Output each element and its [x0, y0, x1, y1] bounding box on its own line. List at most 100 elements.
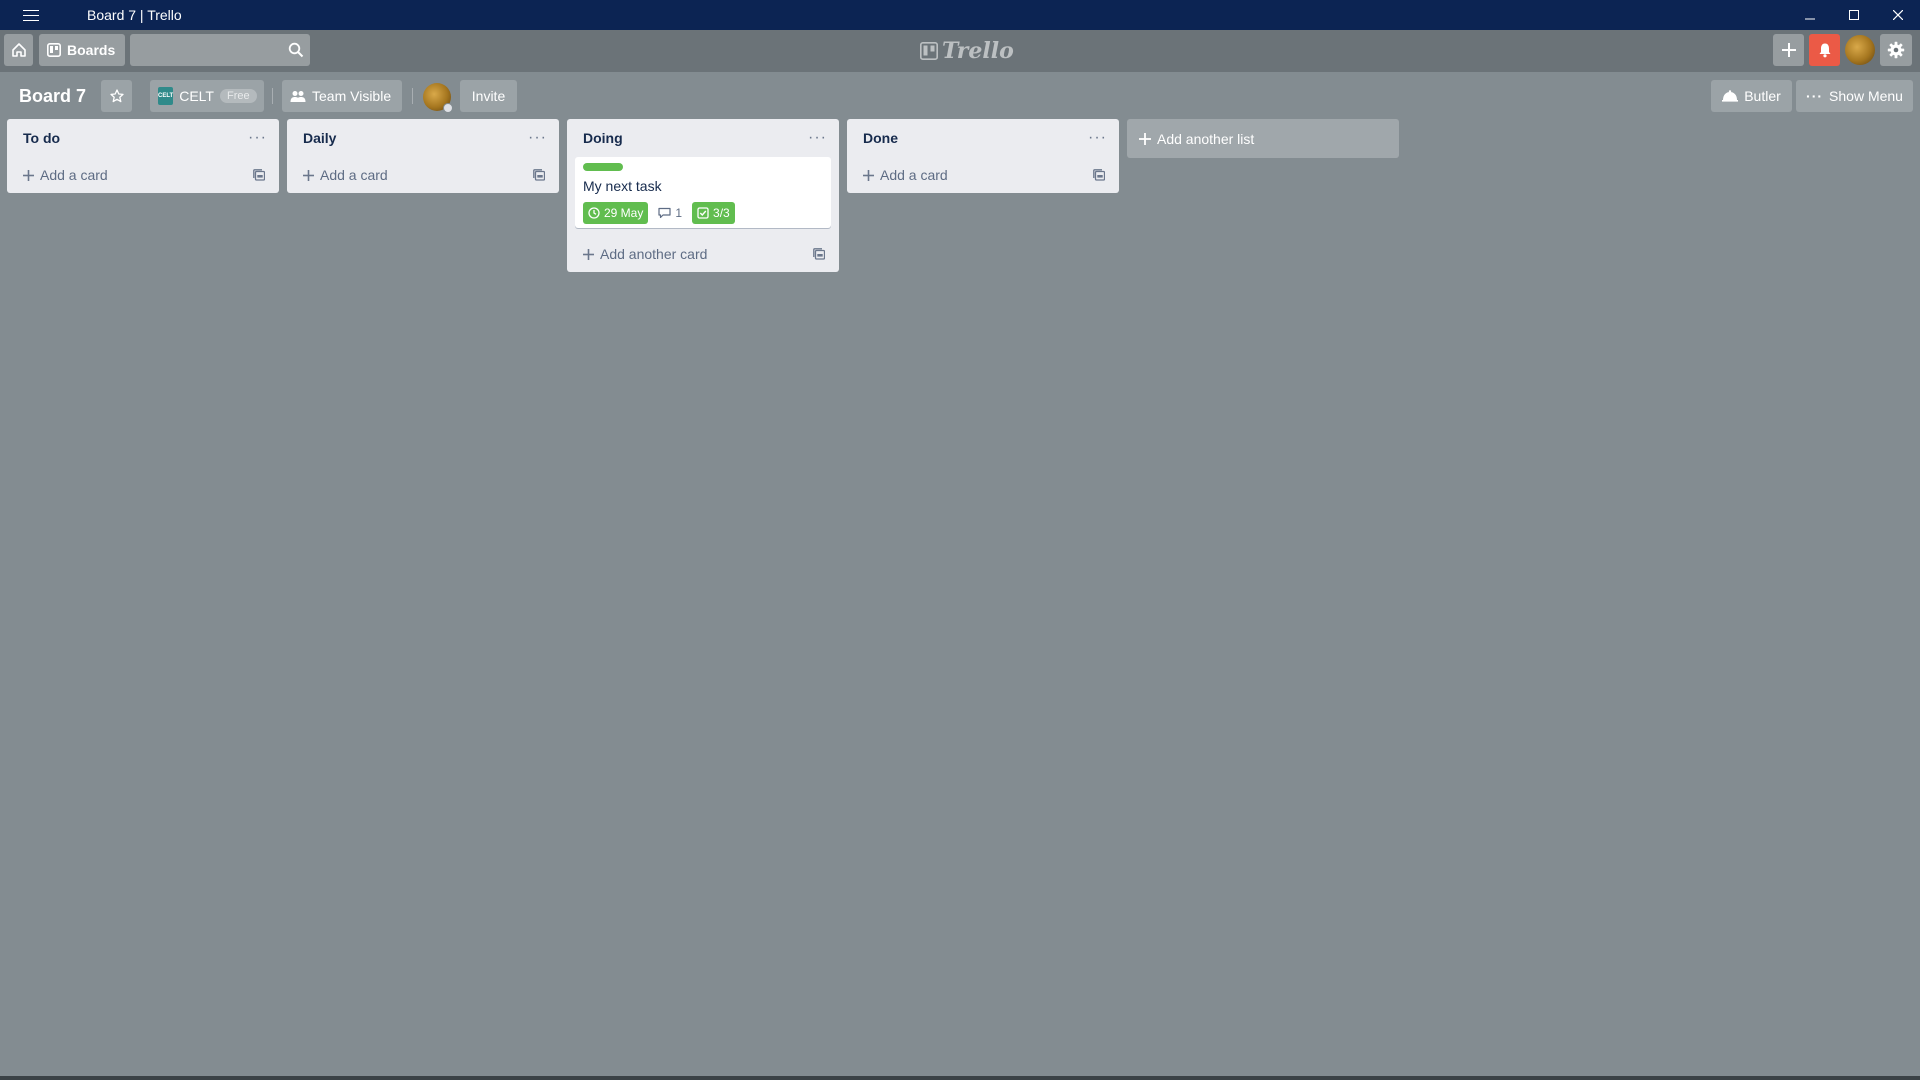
card-label-green[interactable] — [583, 163, 623, 171]
bell-icon — [1819, 43, 1830, 58]
list-footer: Add a card — [7, 157, 279, 193]
plus-icon — [23, 169, 34, 181]
admin-badge-icon — [443, 103, 453, 113]
board-title[interactable]: Board 7 — [10, 80, 95, 112]
maximize-icon — [1849, 10, 1859, 20]
search-icon[interactable] — [288, 42, 304, 58]
list-done: Done ··· Add a card — [847, 119, 1119, 193]
settings-button[interactable] — [1880, 34, 1912, 66]
divider — [272, 88, 273, 104]
due-date-text: 29 May — [604, 206, 644, 220]
home-button[interactable] — [4, 34, 33, 66]
plus-icon — [583, 248, 594, 260]
window-titlebar: Board 7 | Trello — [0, 0, 1920, 30]
due-date-badge[interactable]: 29 May — [583, 202, 649, 224]
minimize-button[interactable] — [1788, 0, 1832, 30]
card[interactable]: My next task 29 May 1 3/3 — [575, 157, 831, 228]
add-card-button[interactable]: Add another card — [583, 246, 707, 262]
list-doing: Doing ··· My next task 29 May 1 3/3 Add … — [567, 119, 839, 272]
add-card-button[interactable]: Add a card — [303, 167, 388, 183]
plus-icon — [303, 169, 314, 181]
list-menu-icon[interactable]: ··· — [528, 130, 547, 146]
more-dots-icon: ··· — [1806, 88, 1824, 104]
add-card-label: Add a card — [320, 167, 388, 183]
add-card-button[interactable]: Add a card — [863, 167, 948, 183]
list-header[interactable]: To do ··· — [7, 119, 279, 157]
plus-icon — [1139, 132, 1151, 145]
card-badges: 29 May 1 3/3 — [583, 200, 823, 226]
visibility-button[interactable]: Team Visible — [282, 80, 402, 112]
card-template-icon[interactable] — [1093, 169, 1105, 181]
add-card-label: Add another card — [600, 246, 708, 262]
trello-logo-text: Trello — [942, 38, 1014, 64]
boards-button[interactable]: Boards — [39, 34, 125, 66]
card-template-icon[interactable] — [533, 169, 545, 181]
search-box[interactable] — [130, 34, 310, 66]
app-header: Boards Trello — [0, 30, 1920, 72]
hamburger-icon — [23, 9, 39, 21]
list-menu-icon[interactable]: ··· — [808, 130, 827, 146]
checklist-progress: 3/3 — [713, 206, 730, 220]
list-menu-icon[interactable]: ··· — [1088, 130, 1107, 146]
card-title: My next task — [583, 178, 662, 194]
plus-icon — [863, 169, 874, 181]
trello-logo-icon — [920, 42, 938, 60]
list-title[interactable]: Daily — [303, 130, 336, 146]
butler-icon — [1722, 90, 1739, 102]
boards-label: Boards — [67, 42, 116, 58]
team-button[interactable]: CELT CELT Free — [150, 80, 264, 112]
team-name: CELT — [179, 88, 214, 104]
show-menu-label: Show Menu — [1829, 88, 1903, 104]
gear-icon — [1887, 41, 1905, 59]
invite-button[interactable]: Invite — [460, 80, 517, 112]
card-template-icon[interactable] — [253, 169, 265, 181]
list-header[interactable]: Daily ··· — [287, 119, 559, 157]
board-canvas: To do ··· Add a card Daily ··· Add a car… — [0, 118, 1920, 1078]
add-card-button[interactable]: Add a card — [23, 167, 108, 183]
list-header[interactable]: Doing ··· — [567, 119, 839, 157]
close-button[interactable] — [1876, 0, 1920, 30]
list-header[interactable]: Done ··· — [847, 119, 1119, 157]
board-header: Board 7 CELT CELT Free Team Visible Invi… — [0, 76, 1920, 113]
star-board-button[interactable] — [101, 80, 132, 112]
add-card-label: Add a card — [40, 167, 108, 183]
app-menu-button[interactable] — [0, 0, 62, 30]
user-avatar[interactable] — [1845, 35, 1875, 65]
add-list-label: Add another list — [1157, 130, 1255, 147]
list-footer: Add another card — [567, 236, 839, 272]
comments-count: 1 — [675, 206, 683, 220]
visibility-label: Team Visible — [312, 88, 392, 104]
butler-label: Butler — [1744, 88, 1781, 104]
card-template-icon[interactable] — [813, 248, 825, 260]
add-card-label: Add a card — [880, 167, 948, 183]
butler-button[interactable]: Butler — [1711, 80, 1792, 112]
window-bottom-edge — [0, 1076, 1920, 1080]
list-title[interactable]: Doing — [583, 130, 623, 146]
comments-badge: 1 — [654, 206, 686, 220]
comment-icon — [658, 207, 671, 219]
boards-icon — [47, 43, 61, 57]
clock-icon — [588, 207, 600, 219]
trello-logo[interactable]: Trello — [920, 38, 1014, 64]
list-footer: Add a card — [847, 157, 1119, 193]
divider — [412, 88, 413, 104]
add-list-button[interactable]: Add another list — [1127, 119, 1399, 158]
search-input[interactable] — [130, 34, 280, 66]
list-to-do: To do ··· Add a card — [7, 119, 279, 193]
list-menu-icon[interactable]: ··· — [248, 130, 267, 146]
list-footer: Add a card — [287, 157, 559, 193]
team-visible-icon — [290, 91, 306, 102]
window-controls — [1788, 0, 1920, 30]
maximize-button[interactable] — [1832, 0, 1876, 30]
plan-badge: Free — [219, 89, 257, 103]
show-menu-button[interactable]: ··· Show Menu — [1796, 80, 1913, 112]
notifications-button[interactable] — [1809, 34, 1840, 66]
list-title[interactable]: To do — [23, 130, 60, 146]
close-icon — [1893, 10, 1903, 20]
member-avatar[interactable] — [423, 83, 453, 113]
list-title[interactable]: Done — [863, 130, 898, 146]
home-icon — [11, 43, 26, 57]
window-title: Board 7 | Trello — [87, 7, 182, 23]
list-daily: Daily ··· Add a card — [287, 119, 559, 193]
create-button[interactable] — [1773, 34, 1804, 66]
